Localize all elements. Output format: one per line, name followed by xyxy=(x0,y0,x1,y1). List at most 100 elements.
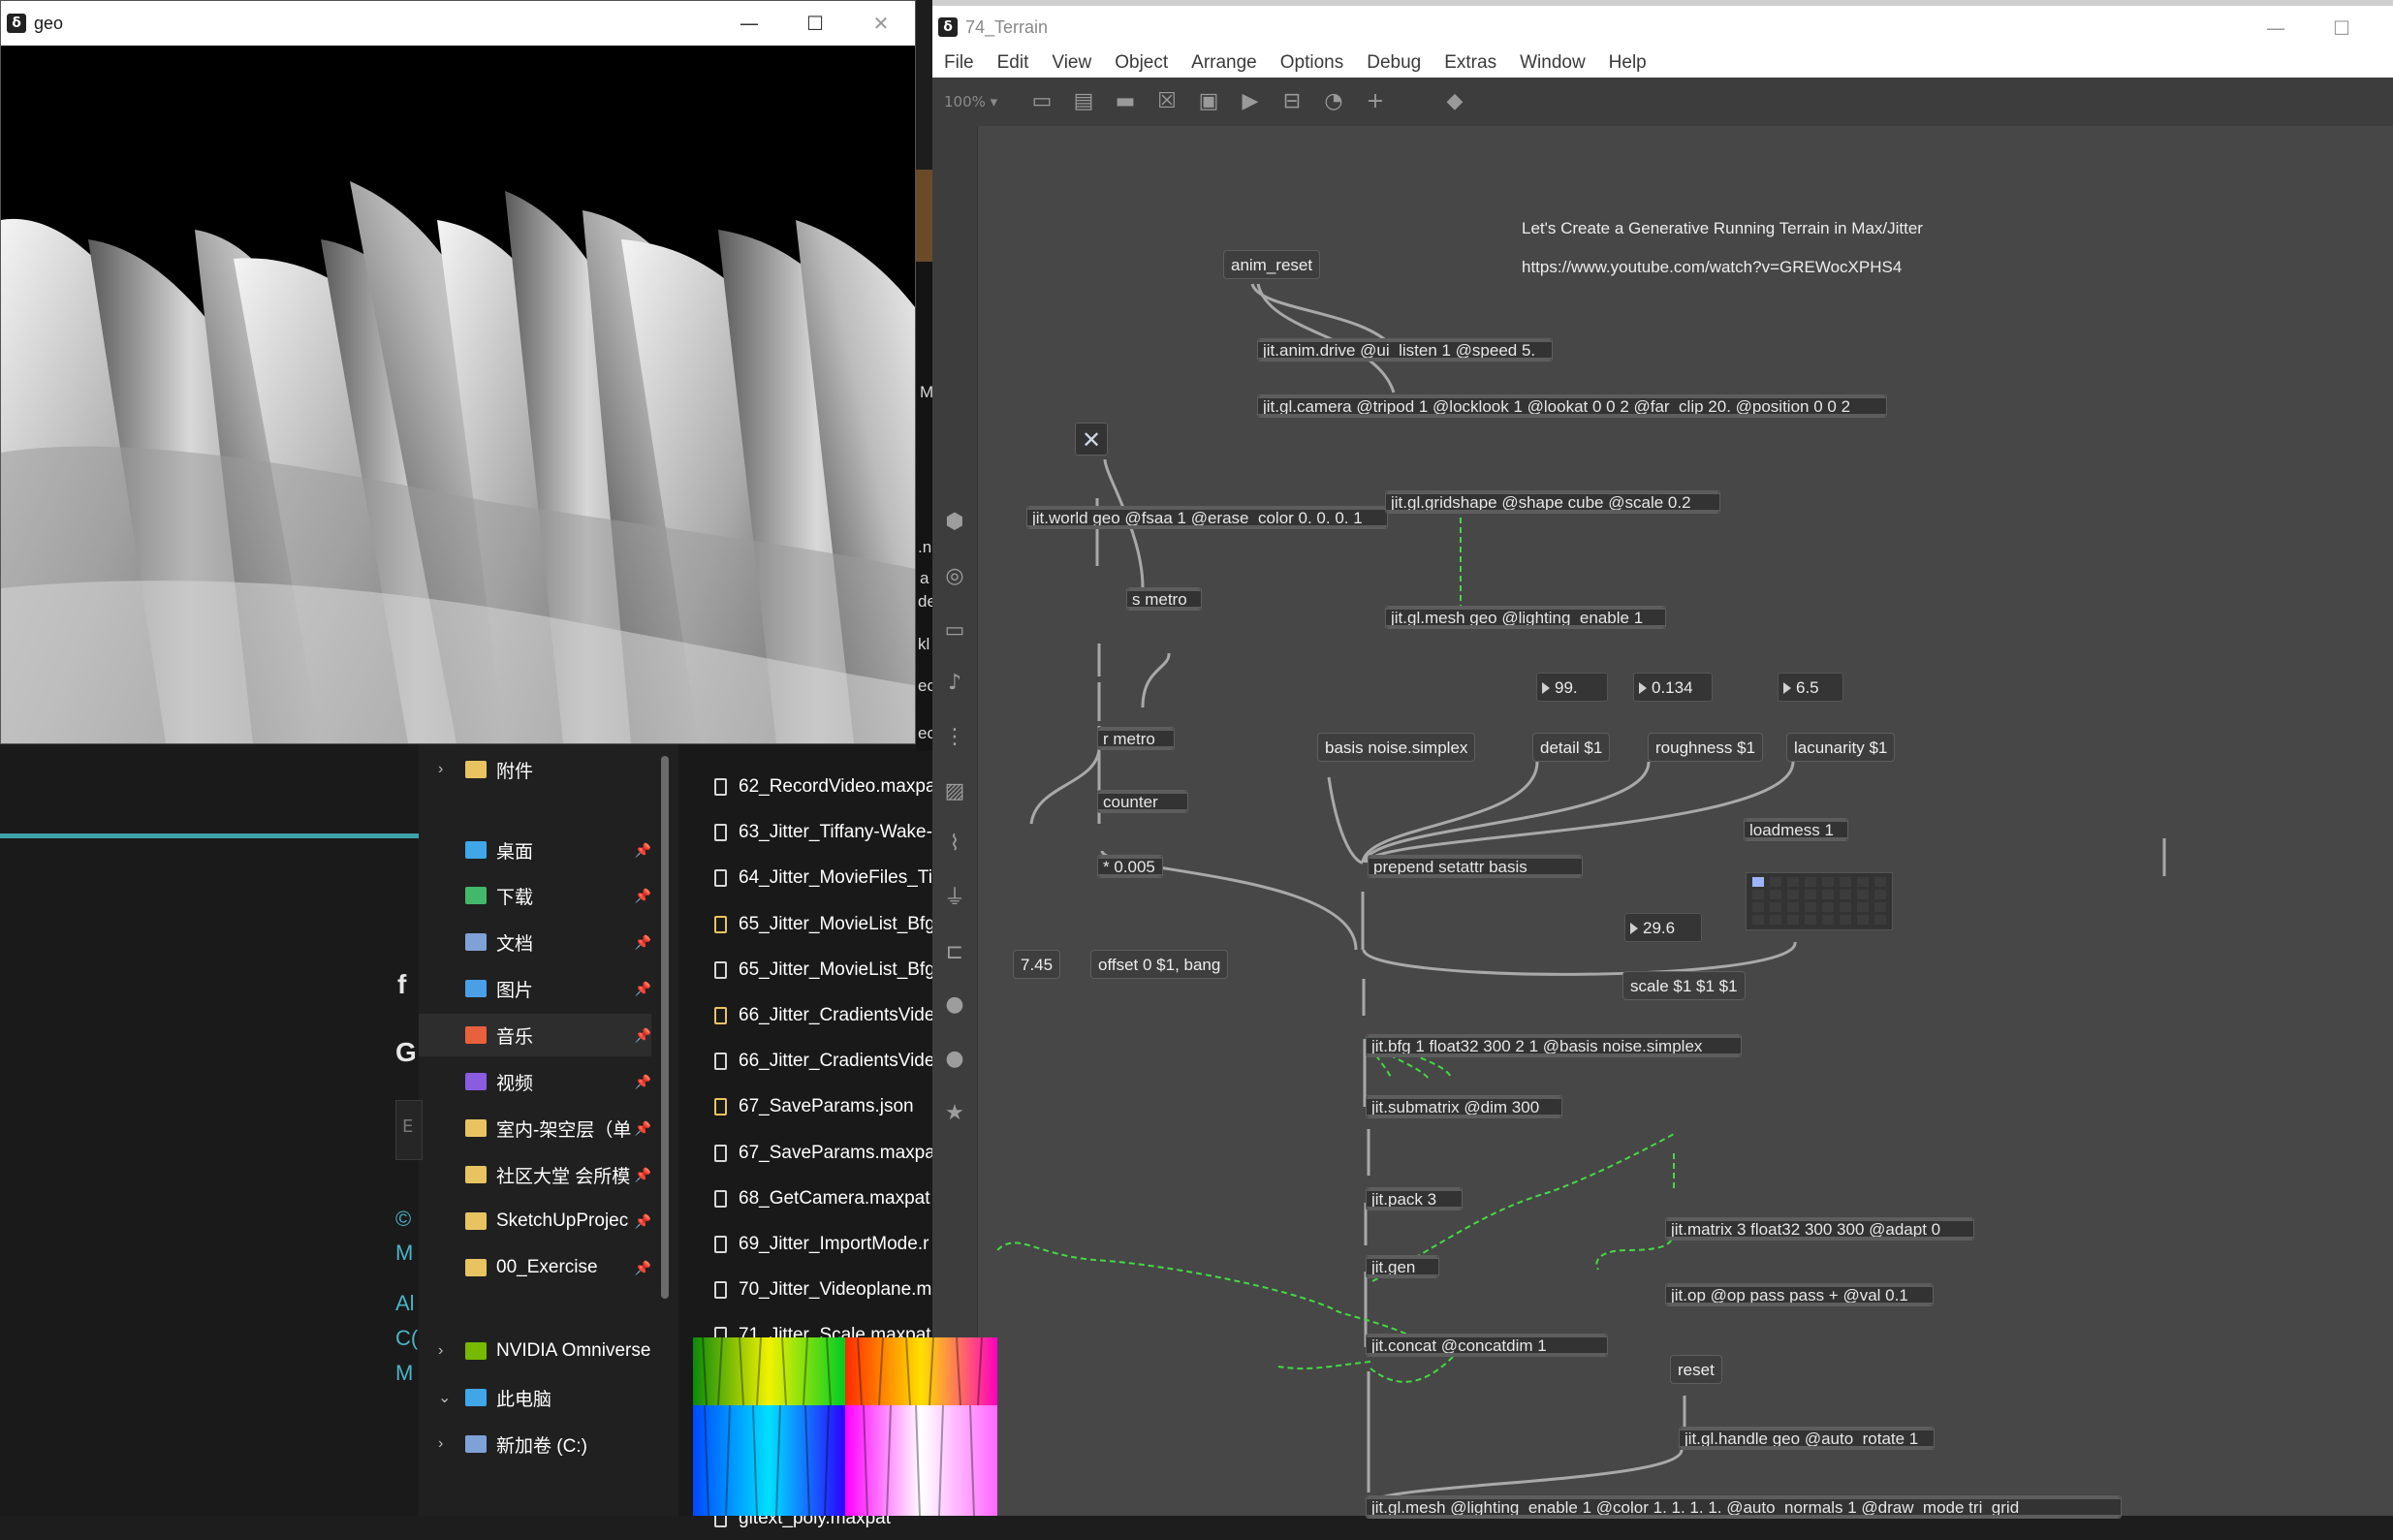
jit-pack-object[interactable]: jit.pack 3 xyxy=(1366,1187,1463,1210)
menu-options[interactable]: Options xyxy=(1280,52,1343,74)
jit-world-object[interactable]: jit.world geo @fsaa 1 @erase_color 0. 0.… xyxy=(1026,506,1388,529)
paperclip-icon[interactable]: ⌇ xyxy=(942,832,967,857)
menu-window[interactable]: Window xyxy=(1520,52,1586,74)
target-icon[interactable]: ◎ xyxy=(942,564,967,589)
jit-submatrix-object[interactable]: jit.submatrix @dim 300 xyxy=(1366,1095,1562,1118)
matrix-cell[interactable] xyxy=(1822,877,1834,887)
matrix-cell[interactable] xyxy=(1874,902,1886,912)
matrix-cell[interactable] xyxy=(1770,890,1781,899)
debug-icon[interactable]: ◔ xyxy=(1321,89,1346,114)
pin-icon[interactable]: 📌 xyxy=(635,1120,651,1137)
matrix-cell[interactable] xyxy=(1857,877,1869,887)
nav-item[interactable]: 00_Exercise 📌 xyxy=(419,1246,651,1289)
comment-icon[interactable]: ▬ xyxy=(1113,89,1138,114)
chevron-icon[interactable]: › xyxy=(438,1435,443,1453)
lacunarity-number[interactable]: 6.5 xyxy=(1778,673,1843,702)
file-list-item[interactable]: 65_Jitter_MovieList_Bfg xyxy=(705,903,935,946)
nav-item[interactable]: 桌面 📌 xyxy=(419,829,651,871)
geo-titlebar[interactable]: δ geo — ☐ ✕ xyxy=(1,1,915,46)
jit-matrix-object[interactable]: jit.matrix 3 float32 300 300 @adapt 0 xyxy=(1665,1217,1974,1241)
file-list-item[interactable]: 66_Jitter_CradientsVide xyxy=(705,1040,935,1083)
file-list-item[interactable]: 64_Jitter_MovieFiles_Ti xyxy=(705,857,935,899)
matrix-cell[interactable] xyxy=(1840,902,1851,912)
matrix-cell[interactable] xyxy=(1805,890,1816,899)
counter-object[interactable]: counter xyxy=(1097,790,1188,813)
matrix-cell[interactable] xyxy=(1840,877,1851,887)
nav-item[interactable]: › NVIDIA Omniverse xyxy=(419,1330,651,1372)
nav-item[interactable]: › 新加卷 (C:) xyxy=(419,1423,651,1465)
pin-icon[interactable]: 📌 xyxy=(635,1167,651,1183)
nav-item[interactable]: 下载 📌 xyxy=(419,874,651,917)
nav-item[interactable]: SketchUpProjec 📌 xyxy=(419,1200,651,1242)
menu-extras[interactable]: Extras xyxy=(1444,52,1496,74)
reset-message[interactable]: reset xyxy=(1670,1355,1722,1384)
matrix-cell[interactable] xyxy=(1752,890,1764,899)
file-list-item[interactable]: 63_Jitter_Tiffany-Wake- xyxy=(705,811,935,854)
pin-icon[interactable]: 📌 xyxy=(635,981,651,997)
pin-icon[interactable]: 📌 xyxy=(635,1260,651,1276)
jit-concat-object[interactable]: jit.concat @concatdim 1 xyxy=(1366,1334,1608,1357)
matrix-cell[interactable] xyxy=(1787,902,1799,912)
file-list-item[interactable]: 67_SaveParams.maxpat xyxy=(705,1132,935,1175)
patcher-canvas[interactable]: Let's Create a Generative Running Terrai… xyxy=(978,126,2393,1519)
paint-icon[interactable]: ◆ xyxy=(1442,89,1467,114)
receive-metro-object[interactable]: r metro xyxy=(1097,727,1175,750)
nav-item[interactable]: 视频 📌 xyxy=(419,1060,651,1103)
nav-item[interactable]: › 附件 xyxy=(419,748,651,791)
value-message[interactable]: 7.45 xyxy=(1013,950,1061,979)
file-list-item[interactable]: 62_RecordVideo.maxpa xyxy=(705,766,935,808)
pin-icon[interactable]: 📌 xyxy=(635,1213,651,1230)
sequencer-icon[interactable]: ⋮ xyxy=(942,725,967,750)
menu-edit[interactable]: Edit xyxy=(997,52,1029,74)
menu-view[interactable]: View xyxy=(1052,52,1091,74)
anim-reset-message[interactable]: anim_reset xyxy=(1223,250,1321,279)
matrix-cell[interactable] xyxy=(1840,915,1851,925)
chevron-icon[interactable]: ⌄ xyxy=(438,1388,451,1407)
basis-message[interactable]: basis noise.simplex xyxy=(1317,733,1476,762)
patcher-titlebar[interactable]: δ 74_Terrain — ☐ xyxy=(932,6,2393,48)
file-list-item[interactable]: 68_GetCamera.maxpat xyxy=(705,1178,935,1220)
gl-mesh-object[interactable]: jit.gl.mesh geo @lighting_enable 1 xyxy=(1385,606,1666,629)
offset-message[interactable]: offset 0 $1, bang xyxy=(1090,950,1229,979)
chevron-icon[interactable]: › xyxy=(438,1342,443,1360)
minimize-button[interactable]: — xyxy=(716,1,782,46)
new-object-icon[interactable]: ☒ xyxy=(1154,89,1180,114)
chevron-icon[interactable]: › xyxy=(438,761,443,778)
matrix-cell[interactable] xyxy=(1822,890,1834,899)
matrix-cell[interactable] xyxy=(1787,915,1799,925)
image-icon[interactable]: ▨ xyxy=(942,779,967,804)
nav-item[interactable]: 音乐 📌 xyxy=(419,1014,651,1056)
matrix-cell[interactable] xyxy=(1857,915,1869,925)
matrix-cell[interactable] xyxy=(1857,902,1869,912)
prepend-object[interactable]: prepend setattr basis xyxy=(1368,855,1583,878)
file-list-item[interactable]: 69_Jitter_ImportMode.r xyxy=(705,1223,935,1266)
nav-item[interactable]: 文档 📌 xyxy=(419,921,651,963)
gl-handle-object[interactable]: jit.gl.handle geo @auto_rotate 1 xyxy=(1679,1427,1935,1450)
matrix-cell[interactable] xyxy=(1787,890,1799,899)
menu-file[interactable]: File xyxy=(944,52,974,74)
matrix-cell[interactable] xyxy=(1805,915,1816,925)
nav-item[interactable]: ⌄ 此电脑 xyxy=(419,1376,651,1419)
anim-drive-object[interactable]: jit.anim.drive @ui_listen 1 @speed 5. xyxy=(1257,338,1553,361)
video-icon[interactable]: ▭ xyxy=(942,618,967,644)
beat-icon[interactable]: ● xyxy=(942,1047,967,1072)
render-toggle[interactable]: ✕ xyxy=(1075,423,1108,456)
file-list-item[interactable]: 66_Jitter_CradientsVide xyxy=(705,994,935,1037)
maximize-button[interactable]: ☐ xyxy=(2309,6,2375,50)
file-list-item[interactable]: 67_SaveParams.json xyxy=(705,1085,935,1128)
pin-icon[interactable]: 📌 xyxy=(635,842,651,859)
jit-bfg-object[interactable]: jit.bfg 1 float32 300 2 1 @basis noise.s… xyxy=(1366,1034,1742,1057)
media-icon[interactable]: ▶ xyxy=(1238,89,1263,114)
pin-icon[interactable]: 📌 xyxy=(635,1074,651,1090)
close-button[interactable]: ✕ xyxy=(848,1,914,46)
star-icon[interactable]: ★ xyxy=(942,1101,967,1126)
jit-gen-object[interactable]: jit.gen xyxy=(1366,1255,1439,1278)
gridshape-object[interactable]: jit.gl.gridshape @shape cube @scale 0.2 xyxy=(1385,490,1720,514)
scale-message[interactable]: scale $1 $1 $1 xyxy=(1622,971,1746,1000)
nav-item[interactable]: 室内-架空层（单 📌 xyxy=(419,1107,651,1149)
loadmess-object[interactable]: loadmess 1 xyxy=(1744,818,1848,841)
menu-debug[interactable]: Debug xyxy=(1367,52,1421,74)
pin-icon[interactable]: 📌 xyxy=(635,1027,651,1044)
menu-help[interactable]: Help xyxy=(1609,52,1647,74)
matrix-cell[interactable] xyxy=(1857,890,1869,899)
